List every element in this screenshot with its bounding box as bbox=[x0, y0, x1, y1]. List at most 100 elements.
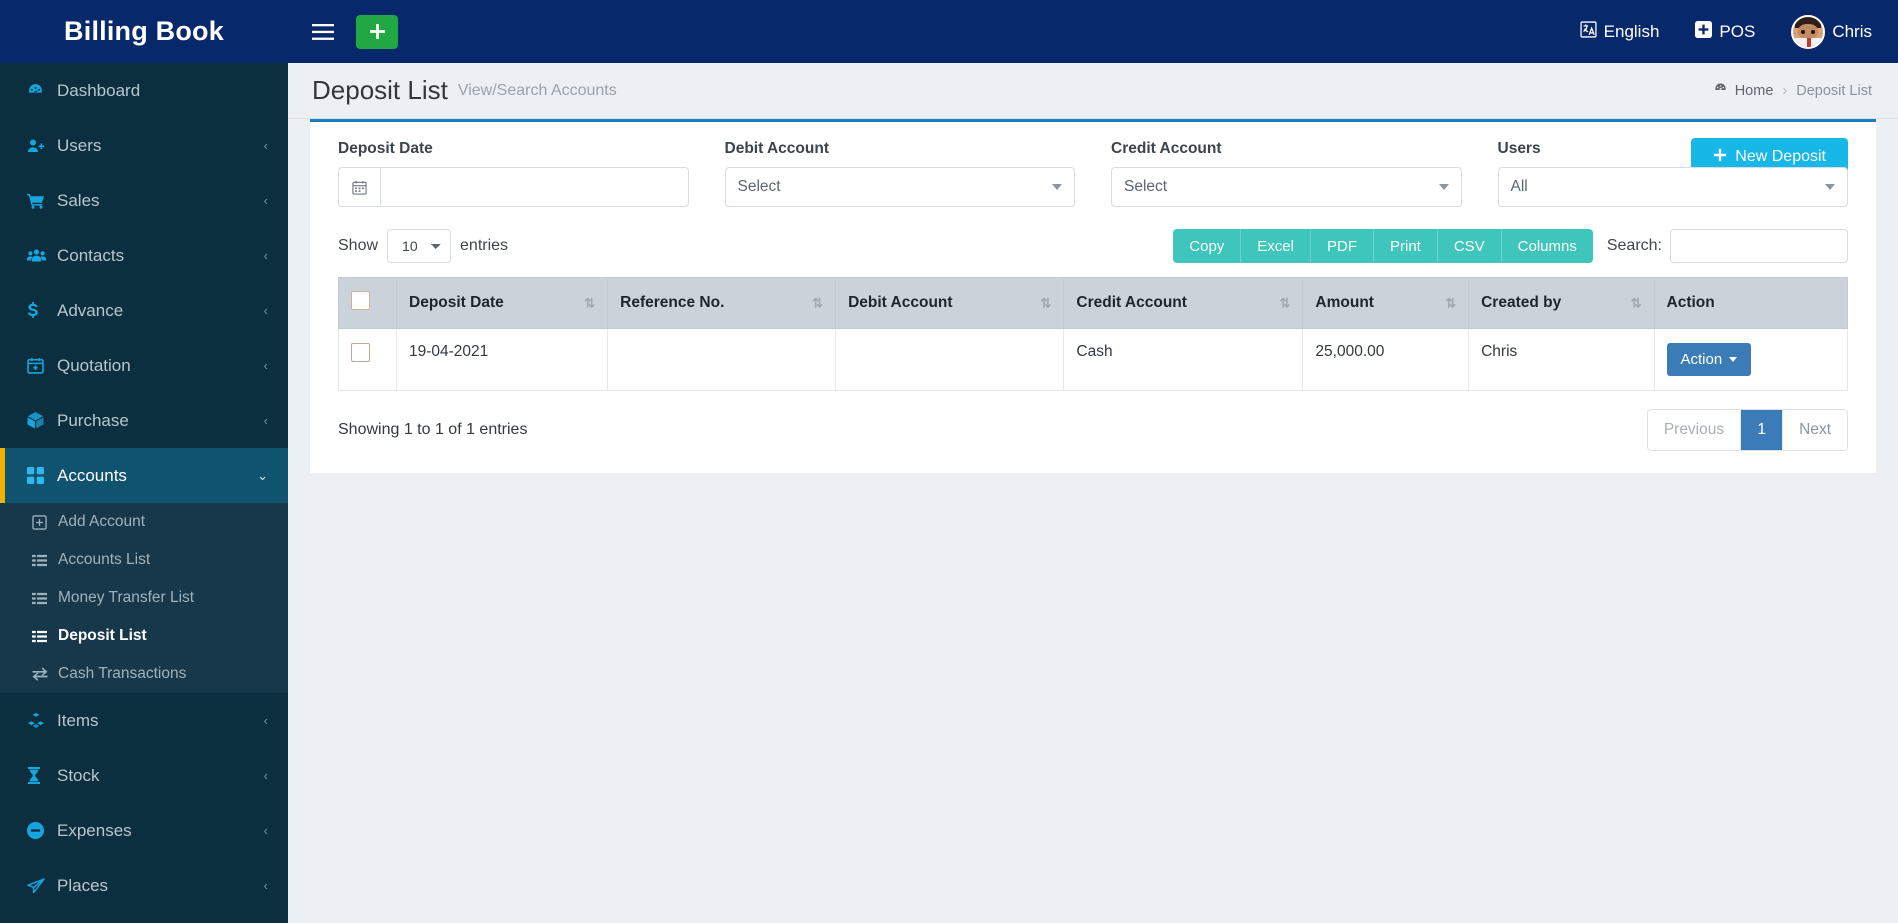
sidebar-item-label: Dashboard bbox=[57, 80, 141, 100]
column-label: Debit Account bbox=[848, 294, 953, 311]
sidebar-item-sales[interactable]: Sales ‹ bbox=[0, 173, 288, 228]
column-action: Action bbox=[1653, 277, 1848, 329]
column-credit-account[interactable]: Credit Account ⇅ bbox=[1063, 277, 1304, 329]
column-deposit-date[interactable]: Deposit Date ⇅ bbox=[395, 277, 609, 329]
users-select[interactable]: All bbox=[1497, 167, 1848, 207]
table-head: Deposit Date ⇅ Reference No. ⇅ Debit Acc… bbox=[338, 277, 1848, 329]
chevron-down-icon bbox=[1825, 184, 1835, 190]
pagination-next[interactable]: Next bbox=[1783, 410, 1847, 450]
select-all-checkbox[interactable] bbox=[351, 291, 370, 310]
copy-button[interactable]: Copy bbox=[1173, 229, 1242, 263]
credit-account-select[interactable]: Select bbox=[1111, 167, 1462, 207]
deposit-date-input[interactable] bbox=[380, 167, 689, 207]
table-row[interactable]: 19-04-2021 Cash 25,000.00 Chris Action bbox=[338, 328, 1848, 391]
cart-icon bbox=[27, 193, 57, 209]
row-checkbox[interactable] bbox=[351, 343, 370, 362]
print-button[interactable]: Print bbox=[1373, 229, 1438, 263]
sidebar-subitem-label: Add Account bbox=[58, 513, 146, 530]
sidebar-subitem-label: Money Transfer List bbox=[58, 589, 195, 606]
people-icon bbox=[27, 248, 57, 264]
language-label: English bbox=[1603, 21, 1660, 41]
sidebar-subitem-add-account[interactable]: Add Account bbox=[0, 503, 288, 541]
cell-credit-account: Cash bbox=[1063, 328, 1304, 391]
entries-label: entries bbox=[460, 237, 509, 254]
list-icon bbox=[32, 591, 58, 606]
sidebar-subitem-money-transfer-list[interactable]: Money Transfer List bbox=[0, 579, 288, 617]
chevron-right-icon: ‹ bbox=[263, 358, 268, 373]
column-reference-no[interactable]: Reference No. ⇅ bbox=[607, 277, 837, 329]
sidebar-item-label: Expenses bbox=[57, 820, 132, 840]
pagination: Previous 1 Next bbox=[1646, 409, 1848, 451]
pagination-previous[interactable]: Previous bbox=[1647, 410, 1742, 450]
sidebar-item-dashboard[interactable]: Dashboard bbox=[0, 63, 288, 118]
chevron-right-icon: ‹ bbox=[263, 138, 268, 153]
brand-logo[interactable]: Billing Book bbox=[0, 0, 288, 63]
quick-add-button[interactable] bbox=[356, 14, 398, 49]
row-action-button[interactable]: Action bbox=[1666, 343, 1752, 376]
cell-reference-no bbox=[607, 328, 837, 391]
csv-button[interactable]: CSV bbox=[1437, 229, 1502, 263]
column-label: Credit Account bbox=[1076, 294, 1187, 311]
sidebar-item-items[interactable]: Items ‹ bbox=[0, 693, 288, 748]
sidebar-item-label: Advance bbox=[57, 300, 124, 320]
chevron-right-icon: ‹ bbox=[263, 768, 268, 783]
search-input[interactable] bbox=[1670, 229, 1848, 263]
search-label: Search: bbox=[1606, 237, 1662, 254]
sidebar-item-label: Quotation bbox=[57, 355, 131, 375]
pagination-page-1[interactable]: 1 bbox=[1741, 410, 1784, 450]
page-length-select[interactable]: 10 25 50 100 bbox=[387, 229, 452, 263]
sidebar-item-stock[interactable]: Stock ‹ bbox=[0, 748, 288, 803]
column-label: Created by bbox=[1481, 294, 1562, 311]
chevron-down-icon: ⌄ bbox=[257, 468, 268, 483]
sidebar-item-contacts[interactable]: Contacts ‹ bbox=[0, 228, 288, 283]
calendar-icon[interactable] bbox=[338, 167, 380, 207]
sidebar-submenu-accounts: Add Account Accounts List Money Transfer… bbox=[0, 503, 288, 693]
pdf-button[interactable]: PDF bbox=[1310, 229, 1374, 263]
sort-icon: ⇅ bbox=[1040, 295, 1052, 311]
sidebar-item-label: Purchase bbox=[57, 410, 129, 430]
pos-link[interactable]: POS bbox=[1695, 20, 1755, 43]
page-content: New Deposit Deposit Date Debit Account S… bbox=[288, 119, 1898, 923]
table-body: 19-04-2021 Cash 25,000.00 Chris Action bbox=[338, 328, 1848, 391]
hamburger-icon[interactable] bbox=[312, 23, 334, 40]
row-select-cell[interactable] bbox=[338, 328, 397, 391]
excel-button[interactable]: Excel bbox=[1241, 229, 1311, 263]
column-created-by[interactable]: Created by ⇅ bbox=[1468, 277, 1655, 329]
column-label: Action bbox=[1666, 294, 1715, 311]
sidebar-item-purchase[interactable]: Purchase ‹ bbox=[0, 393, 288, 448]
columns-button[interactable]: Columns bbox=[1501, 229, 1593, 263]
sidebar-item-label: Contacts bbox=[57, 245, 125, 265]
sidebar-subitem-label: Deposit List bbox=[58, 627, 147, 644]
sidebar-item-accounts[interactable]: Accounts ⌄ bbox=[0, 448, 288, 503]
page-subtitle: View/Search Accounts bbox=[457, 81, 617, 99]
sidebar-item-users[interactable]: Users ‹ bbox=[0, 118, 288, 173]
sidebar-item-quotation[interactable]: Quotation ‹ bbox=[0, 338, 288, 393]
sidebar-subitem-deposit-list[interactable]: Deposit List bbox=[0, 617, 288, 655]
language-icon bbox=[1580, 20, 1597, 43]
column-amount[interactable]: Amount ⇅ bbox=[1302, 277, 1470, 329]
cell-deposit-date: 19-04-2021 bbox=[395, 328, 609, 391]
chevron-right-icon: ‹ bbox=[263, 193, 268, 208]
sidebar-subitem-cash-transactions[interactable]: Cash Transactions bbox=[0, 655, 288, 693]
breadcrumb-home[interactable]: Home bbox=[1713, 81, 1773, 100]
plus-square-icon bbox=[1695, 20, 1713, 43]
sort-icon: ⇅ bbox=[812, 295, 824, 311]
sidebar-item-label: Stock bbox=[57, 765, 100, 785]
sidebar-item-expenses[interactable]: Expenses ‹ bbox=[0, 803, 288, 858]
box-icon bbox=[27, 412, 57, 429]
language-switcher[interactable]: English bbox=[1580, 20, 1660, 43]
sidebar-item-advance[interactable]: Advance ‹ bbox=[0, 283, 288, 338]
filter-deposit-date: Deposit Date bbox=[338, 140, 725, 207]
deposit-table: Deposit Date ⇅ Reference No. ⇅ Debit Acc… bbox=[338, 277, 1848, 391]
sidebar-subitem-accounts-list[interactable]: Accounts List bbox=[0, 541, 288, 579]
sidebar-item-places[interactable]: Places ‹ bbox=[0, 858, 288, 913]
calendar-plus-icon bbox=[27, 357, 57, 374]
column-select-all[interactable] bbox=[338, 277, 397, 329]
user-menu[interactable]: Chris bbox=[1791, 14, 1872, 49]
sidebar: Billing Book Dashboard Users ‹ Sales ‹ C… bbox=[0, 0, 288, 923]
row-action-label: Action bbox=[1680, 351, 1723, 368]
sidebar-item-label: Places bbox=[57, 875, 109, 895]
column-debit-account[interactable]: Debit Account ⇅ bbox=[835, 277, 1065, 329]
debit-account-select[interactable]: Select bbox=[724, 167, 1075, 207]
cell-amount: 25,000.00 bbox=[1302, 328, 1470, 391]
